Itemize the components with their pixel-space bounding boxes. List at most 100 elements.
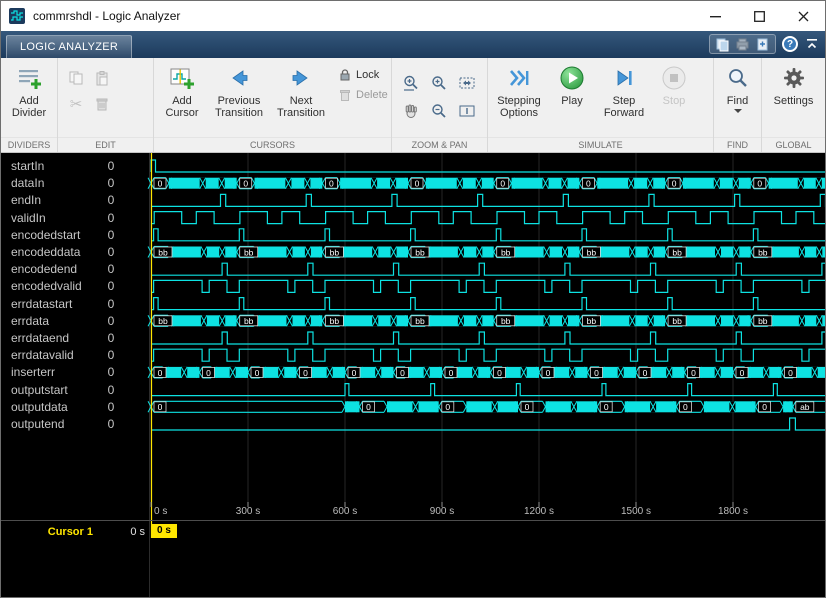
- add-cursor-icon: [169, 63, 195, 93]
- add-cursor-label: Add Cursor: [158, 95, 206, 119]
- play-icon: [559, 63, 585, 93]
- lock-button[interactable]: Lock: [338, 68, 388, 82]
- section-label-cursors: CURSORS: [154, 137, 391, 152]
- cursor-value: 0 s: [99, 526, 145, 538]
- add-cursor-button[interactable]: Add Cursor: [156, 62, 208, 120]
- signal-name[interactable]: encodeddata: [11, 244, 80, 260]
- app-icon: [8, 7, 26, 25]
- signal-name[interactable]: encodedstart: [11, 227, 80, 243]
- print-icon[interactable]: [735, 37, 750, 52]
- cursor-time-box[interactable]: 0 s: [151, 524, 177, 538]
- svg-text:0: 0: [546, 368, 551, 378]
- delete-signal-button[interactable]: [90, 92, 114, 116]
- step-forward-button[interactable]: Step Forward: [596, 62, 652, 120]
- signal-name[interactable]: errdata: [11, 313, 49, 329]
- svg-text:bb: bb: [330, 316, 340, 326]
- zoom-in-button[interactable]: [426, 70, 452, 96]
- signal-name[interactable]: errdatastart: [11, 296, 72, 312]
- stop-button[interactable]: Stop: [652, 62, 696, 108]
- maximize-button[interactable]: [737, 1, 781, 31]
- section-edit: ✂ EDIT: [58, 58, 154, 152]
- svg-text:0: 0: [158, 179, 163, 189]
- delete-cursor-button[interactable]: Delete: [338, 88, 388, 102]
- settings-button[interactable]: Settings: [768, 62, 820, 108]
- section-label-edit: EDIT: [58, 137, 153, 152]
- svg-text:bb: bb: [415, 316, 425, 326]
- fit-to-view-button[interactable]: [454, 70, 480, 96]
- signal-name[interactable]: endIn: [11, 192, 41, 208]
- export-icon[interactable]: [755, 37, 770, 52]
- cursor-panel-divider: [1, 520, 825, 521]
- signal-name[interactable]: startIn: [11, 158, 44, 174]
- signal-name[interactable]: validIn: [11, 210, 46, 226]
- zoom-in-x-icon: [402, 74, 420, 92]
- title-bar: commrshdl - Logic Analyzer: [1, 1, 825, 31]
- copy-button[interactable]: [64, 66, 88, 90]
- svg-text:0: 0: [604, 402, 609, 412]
- signal-value: 0: [93, 192, 129, 208]
- zoom-in-x-button[interactable]: [398, 70, 424, 96]
- signal-name[interactable]: outputstart: [11, 382, 68, 398]
- stepping-options-label: Stepping Options: [492, 95, 546, 119]
- svg-text:0: 0: [757, 179, 762, 189]
- pan-hand-icon: [402, 102, 420, 120]
- cursor-label[interactable]: Cursor 1: [25, 526, 93, 538]
- next-transition-button[interactable]: Next Transition: [270, 62, 332, 120]
- signal-value: 0: [93, 364, 129, 380]
- find-button[interactable]: Find: [716, 62, 759, 114]
- next-transition-label: Next Transition: [272, 95, 330, 119]
- signal-name[interactable]: errdataend: [11, 330, 69, 346]
- svg-text:bb: bb: [415, 247, 425, 257]
- help-icon[interactable]: ?: [782, 36, 798, 52]
- time-tick-label: 900 s: [417, 506, 467, 517]
- section-label-global: GLOBAL: [762, 137, 825, 152]
- signal-name[interactable]: inserterr: [11, 364, 55, 380]
- close-icon: [798, 11, 809, 22]
- signal-value: 0: [93, 261, 129, 277]
- previous-transition-label: Previous Transition: [210, 95, 268, 119]
- svg-text:0: 0: [400, 368, 405, 378]
- time-tick-label: 1200 s: [514, 506, 564, 517]
- svg-text:0: 0: [366, 402, 371, 412]
- signal-name[interactable]: encodedend: [11, 261, 77, 277]
- copy-display-icon[interactable]: [715, 37, 730, 52]
- signal-name[interactable]: outputend: [11, 416, 64, 432]
- copy-icon: [68, 70, 84, 86]
- signal-name[interactable]: outputdata: [11, 399, 68, 415]
- svg-text:0: 0: [643, 368, 648, 378]
- minimize-button[interactable]: [693, 1, 737, 31]
- svg-text:bb: bb: [587, 316, 597, 326]
- zoom-x1-button[interactable]: [454, 98, 480, 124]
- section-label-simulate: SIMULATE: [488, 137, 713, 152]
- step-forward-icon: [611, 63, 637, 93]
- previous-transition-button[interactable]: Previous Transition: [208, 62, 270, 120]
- toolstrip-tab-bar: LOGIC ANALYZER ?: [1, 31, 825, 58]
- toolstrip: Add Divider DIVIDERS: [1, 58, 825, 153]
- collapse-toolstrip-icon[interactable]: [804, 36, 820, 52]
- stepping-options-icon: [506, 63, 532, 93]
- trash-icon: [94, 96, 110, 112]
- svg-text:bb: bb: [158, 247, 168, 257]
- play-button[interactable]: Play: [548, 62, 596, 108]
- signal-value: 0: [93, 227, 129, 243]
- signal-value: 0: [93, 347, 129, 363]
- settings-gear-icon: [781, 63, 807, 93]
- section-label-find: FIND: [714, 137, 761, 152]
- svg-text:0: 0: [206, 368, 211, 378]
- close-button[interactable]: [781, 1, 825, 31]
- cut-icon: ✂: [70, 97, 83, 112]
- svg-text:0: 0: [762, 402, 767, 412]
- paste-button[interactable]: [90, 66, 114, 90]
- stepping-options-button[interactable]: Stepping Options: [490, 62, 548, 120]
- cut-button[interactable]: ✂: [64, 92, 88, 116]
- add-divider-button[interactable]: Add Divider: [3, 62, 55, 120]
- tab-logic-analyzer[interactable]: LOGIC ANALYZER: [6, 35, 132, 58]
- pan-button[interactable]: [398, 98, 424, 124]
- svg-text:bb: bb: [587, 247, 597, 257]
- signal-name[interactable]: errdatavalid: [11, 347, 74, 363]
- time-tick-label: 0 s: [154, 506, 167, 517]
- signal-name[interactable]: encodedvalid: [11, 278, 82, 294]
- minimize-icon: [710, 11, 721, 22]
- signal-name[interactable]: dataIn: [11, 175, 44, 191]
- zoom-out-button[interactable]: [426, 98, 452, 124]
